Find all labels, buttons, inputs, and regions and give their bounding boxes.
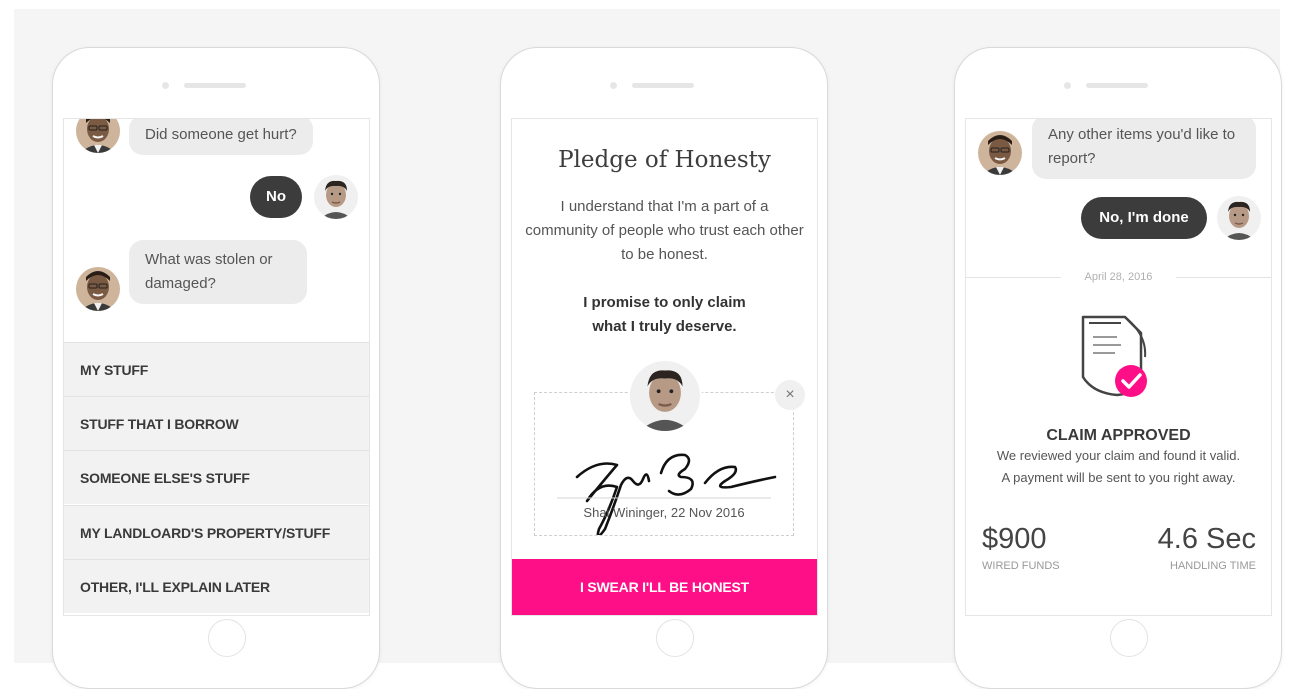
user-avatar bbox=[1217, 196, 1261, 240]
claim-status-title: CLAIM APPROVED bbox=[1046, 427, 1191, 444]
home-button[interactable] bbox=[1110, 619, 1148, 657]
phone-pledge: Pledge of Honesty I understand that I'm … bbox=[500, 47, 828, 689]
home-button[interactable] bbox=[208, 619, 246, 657]
user-reply-bubble: No bbox=[250, 176, 302, 218]
camera-dot bbox=[1064, 82, 1071, 89]
approved-document-icon bbox=[1077, 311, 1157, 401]
pledge-body: I understand that I'm a part of a commun… bbox=[525, 198, 804, 263]
showcase-background: Did someone get hurt? No What was stolen… bbox=[14, 9, 1282, 689]
bot-avatar bbox=[978, 131, 1022, 175]
pledge-promise: I promise to only claim what I truly des… bbox=[583, 294, 746, 335]
date-label: April 28, 2016 bbox=[1061, 268, 1176, 286]
camera-dot bbox=[610, 82, 617, 89]
phone-claim-approved: Any other items you'd like to report? No… bbox=[954, 47, 1282, 689]
user-reply-bubble: No, I'm done bbox=[1081, 197, 1207, 239]
speaker-grille bbox=[632, 83, 694, 88]
bot-message: What was stolen or damaged? bbox=[129, 240, 307, 304]
phone-screen: Pledge of Honesty I understand that I'm … bbox=[511, 118, 818, 616]
phone-screen: Any other items you'd like to report? No… bbox=[965, 118, 1272, 616]
clear-signature-close-icon[interactable]: × bbox=[775, 380, 805, 410]
phone-screen: Did someone get hurt? No What was stolen… bbox=[63, 118, 370, 616]
stat-wired-funds: $900 WIRED FUNDS bbox=[982, 523, 1112, 572]
speaker-grille bbox=[1086, 83, 1148, 88]
option-landlord-property[interactable]: MY LANDLOARD'S PROPERTY/STUFF bbox=[64, 505, 369, 559]
option-someone-elses-stuff[interactable]: SOMEONE ELSE'S STUFF bbox=[64, 450, 369, 504]
stat-label: HANDLING TIME bbox=[1170, 560, 1256, 572]
home-button[interactable] bbox=[656, 619, 694, 657]
swear-honest-button[interactable]: I SWEAR I'LL BE HONEST bbox=[512, 559, 817, 615]
speaker-grille bbox=[184, 83, 246, 88]
bot-avatar bbox=[76, 119, 120, 153]
bot-message: Any other items you'd like to report? bbox=[1032, 119, 1256, 179]
camera-dot bbox=[162, 82, 169, 89]
signer-avatar bbox=[628, 359, 702, 433]
stat-value: 4.6 Sec bbox=[1157, 523, 1256, 555]
pledge-title: Pledge of Honesty bbox=[558, 147, 771, 173]
claim-status-text: We reviewed your claim and found it vali… bbox=[996, 448, 1241, 485]
stat-value: $900 bbox=[982, 523, 1047, 555]
user-avatar bbox=[314, 175, 358, 219]
bot-message: Did someone get hurt? bbox=[129, 119, 313, 155]
phone-chat-incident: Did someone get hurt? No What was stolen… bbox=[52, 47, 380, 689]
option-other[interactable]: OTHER, I'LL EXPLAIN LATER bbox=[64, 559, 369, 613]
bot-avatar bbox=[76, 267, 120, 311]
signature-caption: Shai Wininger, 22 Nov 2016 bbox=[583, 505, 745, 520]
stat-handling-time: 4.6 Sec HANDLING TIME bbox=[1126, 523, 1256, 572]
stat-label: WIRED FUNDS bbox=[982, 560, 1060, 572]
option-borrowed-stuff[interactable]: STUFF THAT I BORROW bbox=[64, 396, 369, 450]
option-my-stuff[interactable]: MY STUFF bbox=[64, 342, 369, 396]
